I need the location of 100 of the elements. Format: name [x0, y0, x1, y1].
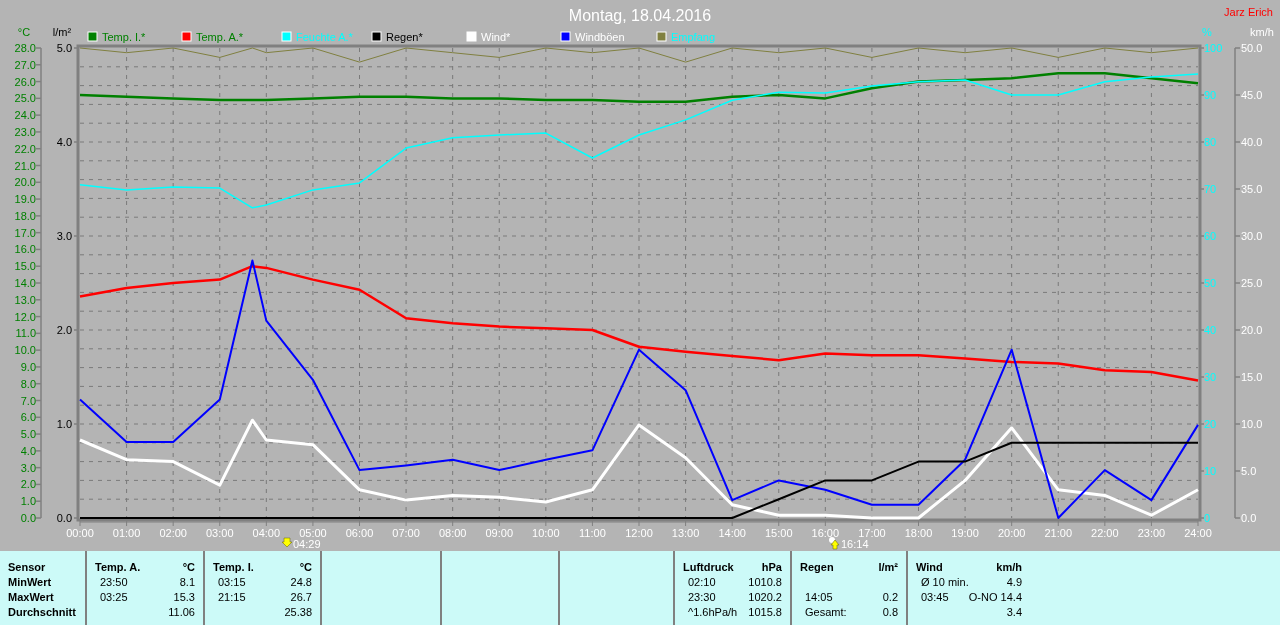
axis-label: 27.0	[14, 58, 36, 71]
unit-label: l/m²	[878, 560, 898, 575]
axis-label: 4.0	[56, 136, 72, 148]
axis-label: 1.0	[20, 495, 36, 508]
table-cell: 3.4	[1006, 605, 1022, 620]
axis-label: 5.0	[56, 42, 72, 54]
axis-label: 26.0	[14, 75, 36, 88]
axis-label: 3.0	[56, 230, 72, 242]
table-cell-text: 02:10	[687, 575, 716, 590]
axis-label: 5.0	[1241, 465, 1257, 477]
legend-label: Regen*	[386, 31, 423, 43]
axis-label: 20	[1204, 418, 1217, 430]
table-cell-text: 14:05	[804, 590, 833, 605]
axis-label: 04:00	[252, 527, 281, 539]
axis-label: 05:00	[299, 527, 327, 539]
column-header: Temp. I.	[213, 560, 254, 575]
axis-label: 13:00	[671, 527, 700, 539]
table-cell-text: 03:25	[99, 590, 128, 605]
axis-label: 20.0	[1241, 324, 1263, 336]
axis-label: 16:00	[811, 527, 840, 539]
axis-label: 23:00	[1137, 527, 1166, 539]
axis-label: 25.0	[14, 92, 36, 105]
row-label: Durchschnitt	[8, 605, 77, 620]
axis-label: 13.0	[14, 293, 36, 306]
axis-label: 0.0	[56, 512, 72, 524]
axis-label: 17.0	[14, 226, 36, 239]
legend-label: Empfang	[671, 31, 716, 43]
axis-label: 9.0	[20, 360, 36, 373]
axis-label: 22.0	[14, 142, 36, 155]
table-cell: 8.1	[179, 575, 195, 590]
table-cell: 24.8	[290, 575, 312, 590]
row-label: MinWert	[8, 575, 53, 590]
time-label: 16:14	[841, 538, 869, 550]
sunrise-icon	[281, 537, 293, 548]
axis-label: 5.0	[20, 428, 36, 441]
table-cell: O-NO 14.4	[968, 590, 1022, 605]
axis-label: 19:00	[951, 527, 979, 539]
legend-label: Temp. A.*	[196, 31, 244, 43]
axis-label: 10.0	[14, 344, 36, 357]
axis-label: 60	[1204, 230, 1217, 242]
axis-label: 40	[1204, 324, 1217, 336]
axis-label: 19.0	[14, 193, 36, 206]
table-cell-text: 21:15	[217, 590, 246, 605]
axis-label: 3.0	[20, 461, 36, 474]
axis-label: 22:00	[1091, 527, 1119, 539]
legend-label: Feuchte A.*	[296, 31, 353, 43]
legend-label: Temp. I.*	[102, 31, 146, 43]
axis-label: 09:00	[485, 527, 513, 539]
unit-label: hPa	[761, 560, 782, 575]
axis-label: 16.0	[14, 243, 36, 256]
table-cell: 0.2	[882, 590, 898, 605]
axis-unit: km/h	[1250, 26, 1274, 38]
table-cell: 1010.8	[748, 575, 782, 590]
column-header: Temp. A.	[95, 560, 141, 575]
axis-label: 14:00	[718, 527, 746, 539]
axis-label: 6.0	[20, 411, 36, 424]
axis-label: 0	[1204, 512, 1211, 524]
axis-label: 45.0	[1241, 89, 1263, 101]
axis-label: 14.0	[14, 277, 36, 289]
table-cell: 0.8	[882, 605, 898, 620]
axis-label: 30	[1204, 371, 1217, 383]
axis-label: 12:00	[625, 527, 653, 539]
axis-label: 0.0	[1241, 512, 1257, 524]
axis-label: 10	[1204, 465, 1217, 477]
axis-label: 0.0	[20, 512, 36, 524]
unit-label: °C	[182, 560, 195, 575]
axis-label: 20:00	[997, 527, 1026, 539]
column-header: Wind	[916, 560, 943, 575]
axis-label: 50	[1204, 277, 1217, 289]
axis-label: 2.0	[56, 324, 72, 336]
axis-label: 15:00	[765, 527, 793, 539]
axis-label: 70	[1204, 183, 1217, 195]
axis-label: 25.0	[1241, 277, 1263, 289]
axis-label: 30.0	[1241, 230, 1263, 242]
axis-label: 90	[1204, 89, 1217, 101]
table-cell: 1015.8	[748, 605, 782, 620]
chart-title: Montag, 18.04.2016	[568, 7, 712, 24]
axis-label: 1.0	[56, 418, 72, 430]
table-cell: 26.7	[290, 590, 312, 605]
axis-label: 18.0	[14, 209, 36, 222]
table-cell: 15.3	[173, 590, 195, 605]
table-cell-text: 23:50	[99, 575, 128, 590]
table-cell-text: 23:30	[687, 590, 716, 605]
column-header: Regen	[800, 560, 834, 575]
axis-label: 11.0	[15, 327, 36, 340]
table-cell: 11.06	[168, 605, 195, 620]
table-cell-text: ^1.6hPa/h	[687, 605, 738, 620]
axis-label: 17:00	[858, 527, 886, 539]
axis-label: 02:00	[159, 527, 187, 539]
axis-label: 08:00	[438, 527, 467, 539]
legend-label: Windböen	[575, 31, 625, 43]
table-cell-text: 03:15	[217, 575, 246, 590]
legend-label: Wind*	[481, 31, 511, 43]
unit-label: km/h	[996, 560, 1022, 575]
table-cell: 1020.2	[748, 590, 782, 605]
author-name: Jarz Erich	[1224, 6, 1273, 18]
axis-label: 21.0	[14, 159, 36, 172]
axis-label: 4.0	[20, 444, 36, 457]
table-cell-text: 03:45	[920, 590, 949, 605]
unit-label: °C	[299, 560, 312, 575]
